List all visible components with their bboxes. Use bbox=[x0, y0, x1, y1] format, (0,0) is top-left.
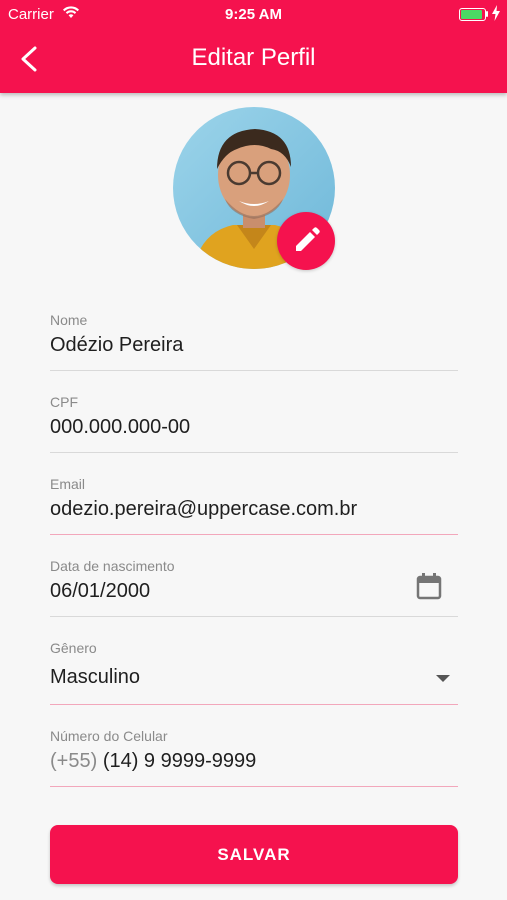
email-value[interactable]: odezio.pereira@uppercase.com.br bbox=[50, 498, 357, 521]
phone-prefix: (+55) bbox=[50, 750, 98, 772]
gender-underline bbox=[50, 704, 458, 705]
phone-field[interactable]: Número do Celular (+55) (14) 9 9999-9999 bbox=[50, 728, 458, 788]
status-time: 9:25 AM bbox=[225, 6, 282, 23]
name-value[interactable]: Odézio Pereira bbox=[50, 334, 183, 357]
gender-field[interactable]: Gênero Masculino bbox=[50, 640, 458, 706]
birthdate-field[interactable]: Data de nascimento 06/01/2000 bbox=[50, 558, 458, 618]
status-bar: Carrier 9:25 AM bbox=[0, 0, 507, 28]
gender-value[interactable]: Masculino bbox=[50, 666, 140, 689]
pencil-icon bbox=[296, 227, 320, 251]
phone-input[interactable]: (+55) (14) 9 9999-9999 bbox=[50, 750, 256, 773]
name-label: Nome bbox=[50, 312, 88, 328]
email-field[interactable]: Email odezio.pereira@uppercase.com.br bbox=[50, 476, 458, 536]
gender-label: Gênero bbox=[50, 640, 97, 656]
cpf-value[interactable]: 000.000.000-00 bbox=[50, 416, 190, 439]
app-header: Carrier 9:25 AM Editar Perfil bbox=[0, 0, 507, 93]
birthdate-value[interactable]: 06/01/2000 bbox=[50, 580, 150, 603]
save-button[interactable]: SALVAR bbox=[50, 825, 458, 884]
birthdate-label: Data de nascimento bbox=[50, 558, 175, 574]
birthdate-underline bbox=[50, 616, 458, 617]
battery-tip bbox=[486, 11, 488, 17]
phone-underline bbox=[50, 786, 458, 787]
name-field[interactable]: Nome Odézio Pereira bbox=[50, 312, 458, 372]
charging-icon bbox=[492, 5, 500, 25]
name-underline bbox=[50, 370, 458, 371]
page-title: Editar Perfil bbox=[191, 44, 316, 71]
cpf-label: CPF bbox=[50, 394, 78, 410]
cpf-underline bbox=[50, 452, 458, 453]
calendar-icon[interactable] bbox=[416, 572, 442, 605]
avatar-section bbox=[173, 107, 335, 270]
email-label: Email bbox=[50, 476, 86, 492]
phone-value: (14) 9 9999-9999 bbox=[102, 750, 257, 772]
email-underline bbox=[50, 534, 458, 535]
phone-label: Número do Celular bbox=[50, 728, 168, 744]
edit-photo-button[interactable] bbox=[277, 212, 335, 270]
cpf-field[interactable]: CPF 000.000.000-00 bbox=[50, 394, 458, 454]
dropdown-arrow-icon[interactable] bbox=[436, 670, 450, 688]
battery-icon bbox=[459, 8, 486, 21]
